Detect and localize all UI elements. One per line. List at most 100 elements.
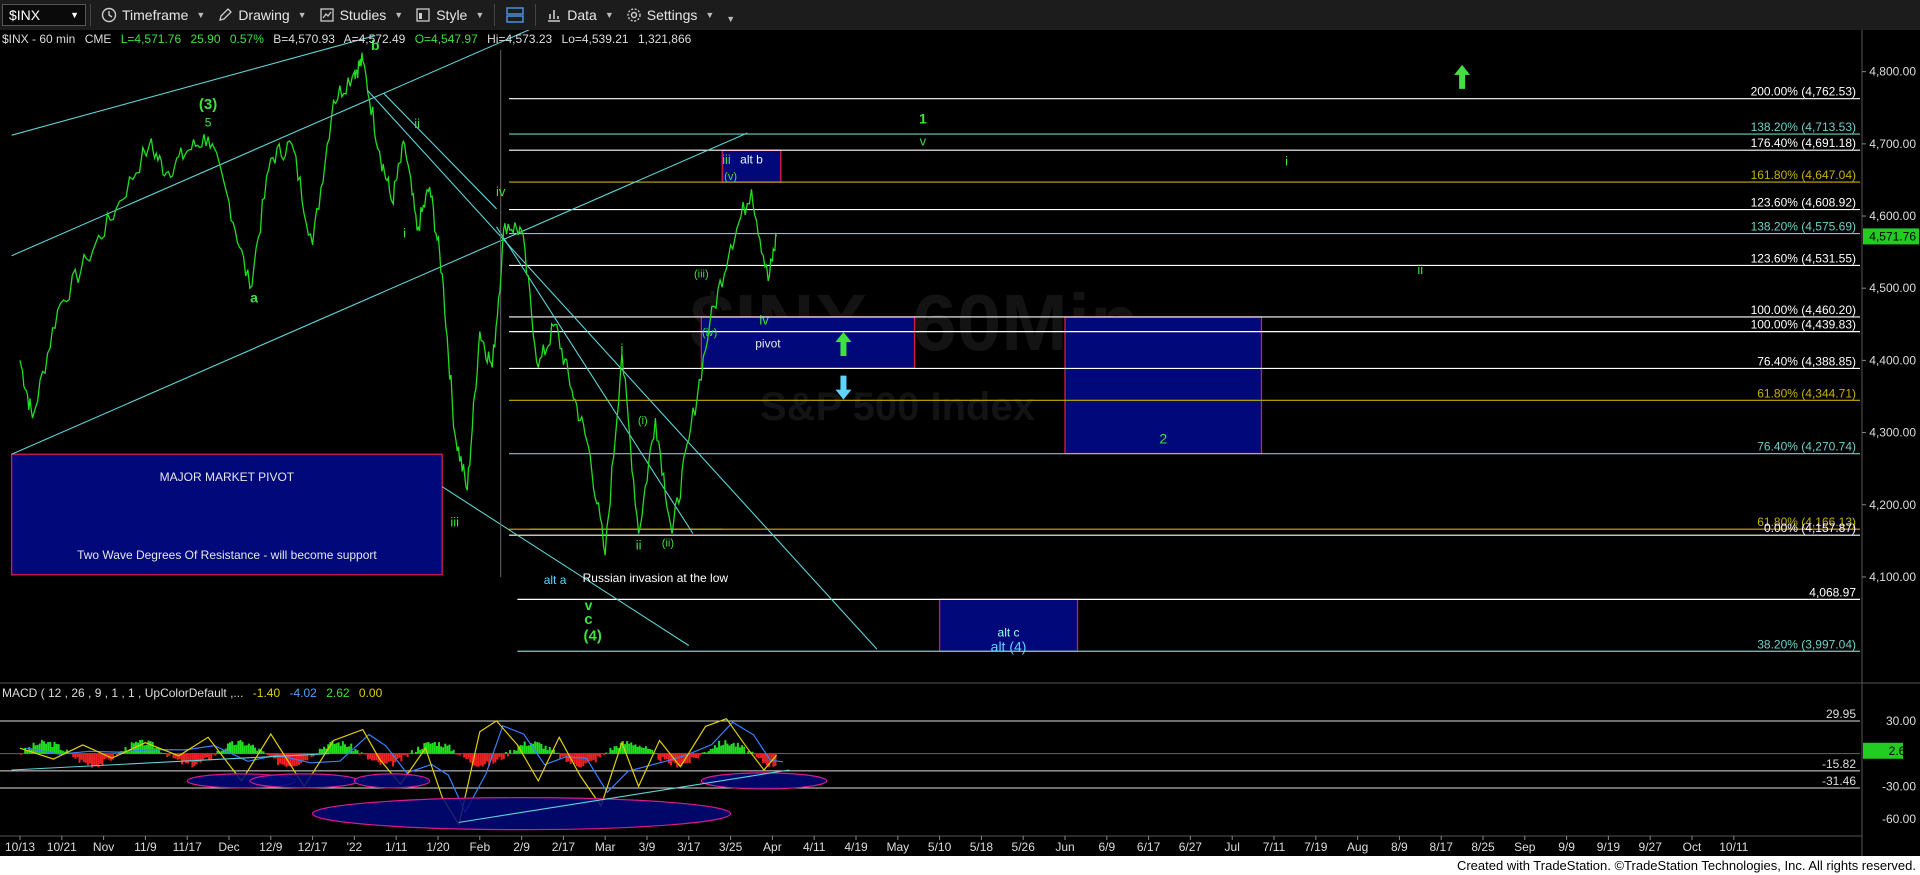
- macd-histogram-bar: [193, 753, 196, 766]
- macd-histogram-bar: [626, 741, 629, 754]
- macd-histogram-bar: [249, 745, 252, 754]
- layout-button[interactable]: [499, 2, 531, 28]
- settings-menu[interactable]: Settings ▼: [620, 2, 721, 28]
- macd-histogram-bar: [266, 753, 269, 756]
- macd-histogram-bar: [707, 751, 710, 754]
- wave-label: iii: [722, 152, 731, 167]
- wave-label: v: [920, 133, 927, 148]
- wave-label: a: [250, 290, 258, 306]
- time-tick-label: Jul: [1225, 840, 1240, 854]
- macd-histogram-bar: [88, 753, 91, 764]
- header-bid: B=4,570.93: [273, 32, 335, 46]
- macd-histogram-bar: [212, 753, 215, 755]
- macd-tick-label: -30.00: [1882, 779, 1916, 793]
- time-tick-label: 9/9: [1558, 840, 1575, 854]
- macd-histogram-bar: [709, 749, 712, 754]
- symbol-selector[interactable]: $INX ▼: [2, 4, 86, 26]
- macd-divergence-ellipse: [311, 797, 732, 831]
- macd-histogram-bar: [245, 745, 248, 754]
- macd-histogram-bar: [333, 743, 336, 754]
- drawing-menu[interactable]: Drawing ▼: [211, 2, 312, 28]
- macd-histogram-bar: [513, 749, 516, 754]
- price-tick-label: 4,500.00: [1869, 281, 1916, 295]
- chart-area[interactable]: $INX, 60MinS&P 500 Index200.00% (4,762.5…: [0, 0, 1920, 875]
- macd-histogram-bar: [703, 752, 706, 754]
- data-label: Data: [567, 7, 597, 23]
- macd-histogram-bar: [699, 753, 702, 755]
- macd-last-label: 2.62: [1889, 744, 1913, 758]
- macd-level-label: -31.46: [1822, 774, 1856, 788]
- macd-histogram-bar: [438, 742, 440, 754]
- macd-histogram-bar: [523, 741, 526, 754]
- style-menu[interactable]: Style ▼: [409, 2, 490, 28]
- macd-histogram-bar: [667, 753, 670, 764]
- pencil-icon: [219, 8, 233, 21]
- wave-label: ii: [414, 116, 420, 131]
- macd-histogram-bar: [659, 753, 662, 762]
- macd-histogram-bar: [444, 743, 447, 754]
- macd-histogram-bar: [481, 753, 484, 767]
- macd-histogram-bar: [95, 753, 98, 766]
- caret-down-icon: ▼: [196, 10, 206, 20]
- macd-histogram-bar: [241, 741, 244, 754]
- macd-histogram-bar: [578, 753, 581, 768]
- time-tick-label: 7/19: [1304, 840, 1328, 854]
- wave-label: (i): [638, 415, 648, 427]
- macd-histogram-bar: [185, 753, 188, 764]
- macd-histogram-bar: [86, 753, 89, 766]
- wave-label: ii: [636, 538, 642, 553]
- price-chart[interactable]: $INX, 60MinS&P 500 Index200.00% (4,762.5…: [0, 0, 1920, 856]
- toolbar-divider: [535, 4, 537, 26]
- timeframe-menu[interactable]: Timeframe ▼: [95, 2, 211, 28]
- macd-histogram-bar: [546, 749, 549, 754]
- wave-label: i: [403, 226, 406, 241]
- studies-label: Studies: [339, 7, 387, 23]
- macd-tick-label: -60.00: [1882, 812, 1916, 826]
- macd-histogram-bar: [341, 741, 344, 754]
- macd-histogram-bar: [634, 744, 637, 754]
- macd-histogram-bar: [366, 753, 369, 760]
- toolbar-overflow-button[interactable]: ▼: [720, 2, 741, 28]
- macd-histogram-bar: [93, 753, 96, 766]
- studies-menu[interactable]: Studies ▼: [313, 2, 410, 28]
- macd-histogram-bar: [502, 753, 505, 759]
- zone-label: alt b: [740, 152, 763, 166]
- wave-label: (iv): [702, 327, 717, 339]
- macd-histogram-bar: [143, 745, 146, 754]
- macd-histogram-bar: [57, 744, 60, 754]
- macd-histogram-bar: [642, 748, 645, 754]
- zone-label: pivot: [755, 337, 781, 351]
- macd-histogram-bar: [525, 745, 528, 754]
- macd-histogram-bar: [701, 752, 704, 754]
- macd-histogram-bar: [346, 746, 349, 754]
- macd-histogram-bar: [431, 742, 434, 754]
- macd-histogram-bar: [738, 747, 741, 754]
- time-tick-label: 3/17: [677, 840, 701, 854]
- style-label: Style: [436, 7, 468, 23]
- time-tick-label: 10/21: [47, 840, 77, 854]
- wave-label: alt a: [544, 573, 567, 587]
- macd-histogram-bar: [728, 745, 731, 754]
- price-tick-label: 4,200.00: [1869, 498, 1916, 512]
- wave-label: i: [620, 341, 623, 356]
- time-tick-label: Jun: [1055, 840, 1074, 854]
- header-pct: 0.57%: [230, 32, 264, 46]
- macd-histogram-bar: [467, 753, 470, 759]
- zone-pivot[interactable]: [700, 316, 916, 369]
- time-tick-label: 4/11: [803, 840, 826, 854]
- macd-histogram-bar: [195, 753, 198, 765]
- time-tick-label: Dec: [218, 840, 239, 854]
- macd-histogram-bar: [262, 751, 265, 754]
- macd-histogram-bar: [101, 753, 104, 766]
- time-tick-label: Sep: [1514, 840, 1536, 854]
- macd-histogram-bar: [281, 753, 284, 765]
- macd-histogram-bar: [557, 752, 560, 754]
- data-menu[interactable]: Data ▼: [540, 2, 620, 28]
- macd-histogram-bar: [318, 748, 321, 754]
- macd-histogram-bar: [588, 753, 591, 762]
- time-tick-label: 6/17: [1137, 840, 1161, 854]
- macd-histogram-bar: [456, 753, 459, 755]
- macd-histogram-bar: [561, 753, 564, 757]
- macd-histogram-bar: [715, 747, 718, 754]
- macd-histogram-bar: [446, 745, 449, 754]
